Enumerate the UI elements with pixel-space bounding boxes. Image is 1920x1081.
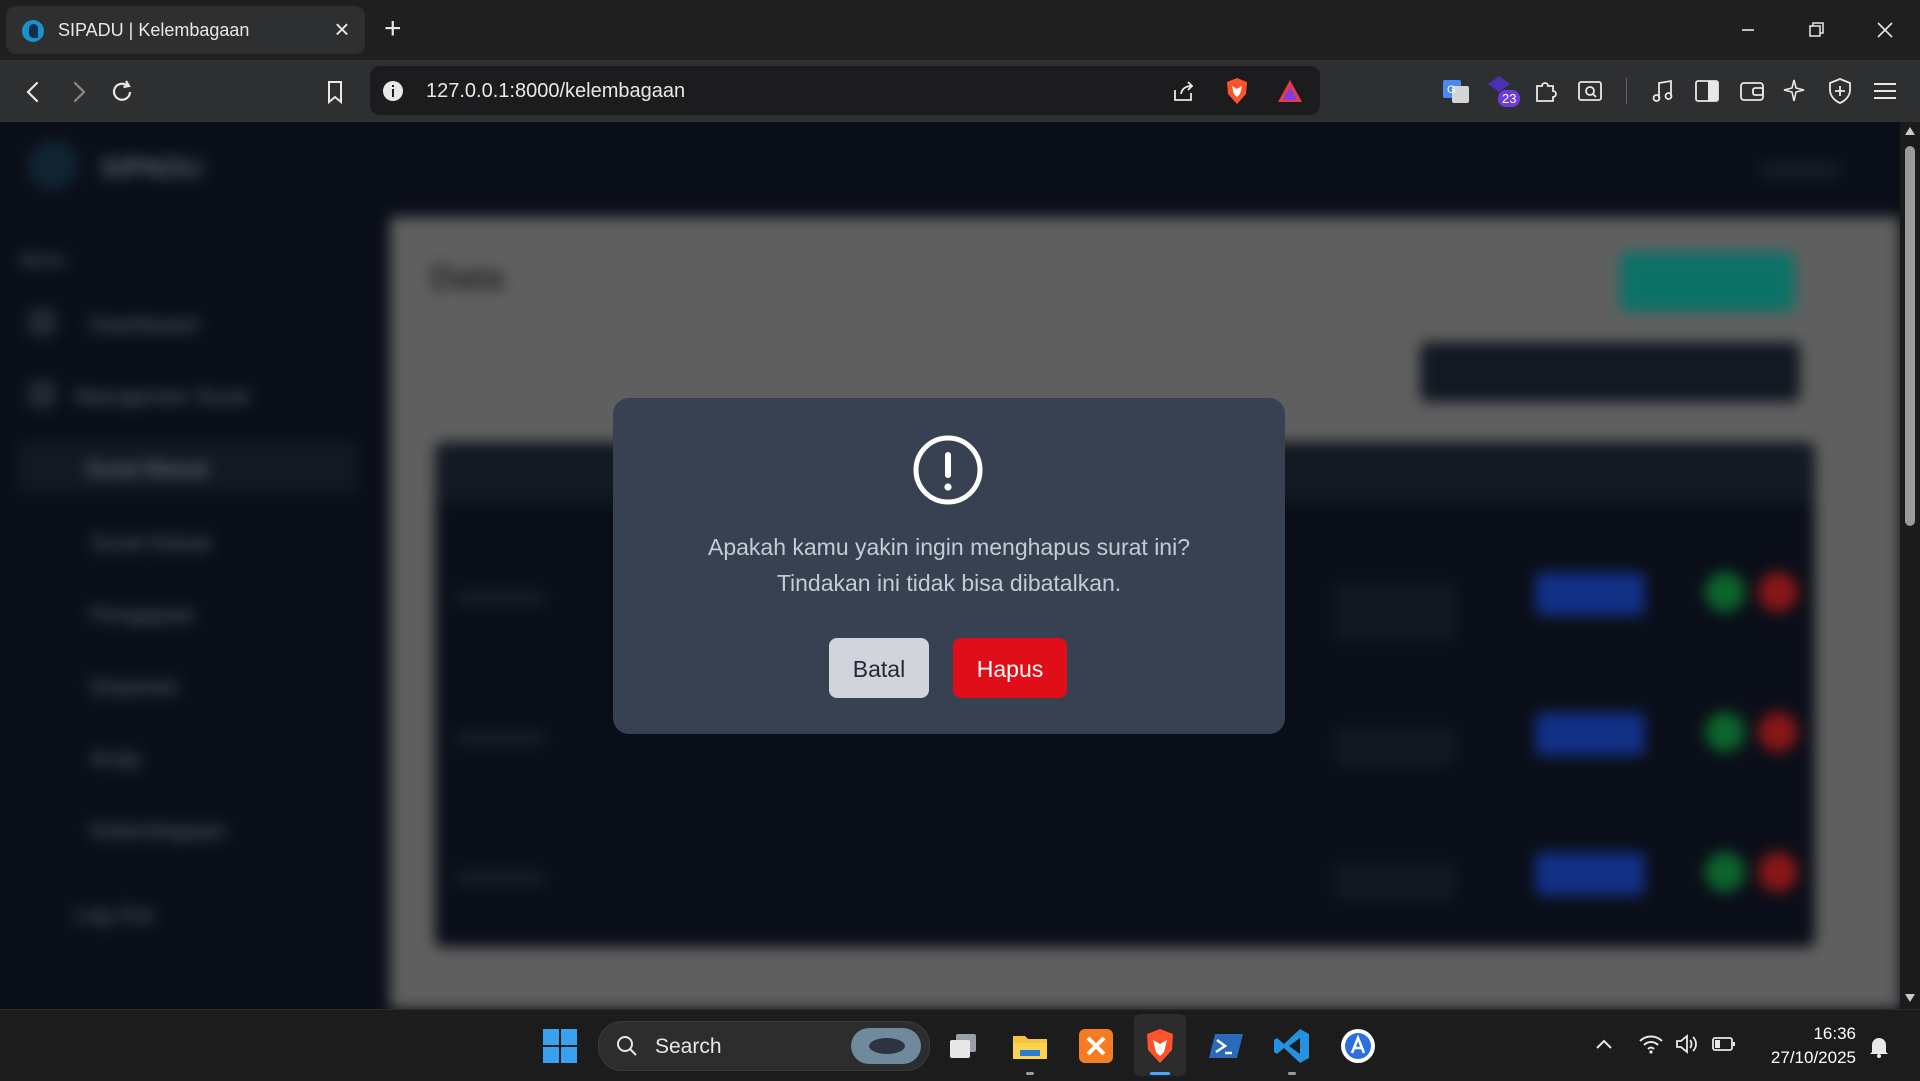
browser-tab[interactable]: SIPADU | Kelembagaan × [6, 6, 365, 54]
search-icon [617, 1036, 637, 1056]
cancel-button[interactable]: Batal [829, 638, 929, 698]
volume-icon[interactable] [1674, 1032, 1700, 1056]
restore-icon[interactable] [1801, 16, 1831, 44]
vpn-shield-icon[interactable] [1825, 76, 1855, 106]
dialog-message-line1: Apakah kamu yakin ingin menghapus surat … [707, 534, 1190, 560]
close-window-icon[interactable] [1870, 16, 1900, 44]
xampp-icon[interactable] [1076, 1026, 1116, 1066]
tray-overflow-icon[interactable] [1594, 1036, 1614, 1052]
svg-text:G: G [1447, 84, 1456, 96]
media-music-icon[interactable] [1648, 76, 1678, 106]
running-indicator [1026, 1072, 1034, 1075]
share-icon[interactable] [1171, 78, 1197, 104]
page-search-icon[interactable] [1575, 76, 1605, 106]
brave-browser-icon[interactable] [1140, 1026, 1180, 1066]
address-bar[interactable]: 127.0.0.1:8000/kelembagaan [370, 66, 1320, 115]
brave-shields-icon[interactable] [1223, 76, 1251, 106]
url-text: 127.0.0.1:8000/kelembagaan [426, 80, 686, 102]
wifi-icon[interactable] [1638, 1032, 1664, 1056]
task-view-icon[interactable] [944, 1026, 984, 1066]
extension-badge-count: 23 [1498, 90, 1521, 107]
app-store-icon[interactable] [1338, 1026, 1378, 1066]
running-indicator [1288, 1072, 1296, 1075]
vscode-icon[interactable] [1272, 1026, 1312, 1066]
brave-rewards-icon[interactable] [1276, 78, 1304, 104]
toolbar-divider [1626, 78, 1627, 104]
powershell-icon[interactable] [1206, 1026, 1246, 1066]
site-info-icon[interactable] [382, 80, 404, 102]
clock-date: 27/10/2025 [1770, 1048, 1856, 1067]
scroll-down-icon[interactable] [1904, 993, 1916, 1003]
dialog-message-line2: Tindakan ini tidak bisa dibatalkan. [776, 570, 1122, 596]
scroll-up-icon[interactable] [1904, 126, 1916, 136]
browser-tab-bar: SIPADU | Kelembagaan × + [0, 0, 1920, 60]
tab-title: SIPADU | Kelembagaan [58, 20, 250, 40]
extension-badge-icon[interactable]: 23 [1486, 74, 1521, 110]
new-tab-icon[interactable]: + [384, 14, 402, 44]
search-highlight-image [851, 1028, 921, 1064]
translate-icon[interactable]: G [1441, 76, 1471, 106]
alert-circle-icon [913, 435, 983, 505]
browser-toolbar: 127.0.0.1:8000/kelembagaan G 23 [0, 60, 1920, 123]
tab-close-icon[interactable]: × [329, 16, 355, 42]
taskbar: Search 16:36 27/10/2025 [0, 1009, 1920, 1081]
extensions-puzzle-icon[interactable] [1531, 76, 1561, 106]
clock-time: 16:36 [1813, 1024, 1856, 1043]
leo-ai-icon[interactable] [1781, 76, 1811, 106]
file-explorer-icon[interactable] [1010, 1026, 1050, 1066]
taskbar-clock[interactable]: 16:36 27/10/2025 [1771, 1022, 1856, 1070]
forward-icon[interactable] [62, 76, 94, 108]
page-viewport: SIPADU Menu Dashboard Manajemen Surat Su… [0, 122, 1900, 1009]
battery-icon[interactable] [1711, 1034, 1737, 1054]
back-icon[interactable] [18, 76, 50, 108]
windows-start-icon[interactable] [540, 1026, 580, 1066]
sidebar-toggle-icon[interactable] [1692, 76, 1722, 106]
reload-icon[interactable] [106, 76, 138, 108]
active-indicator [1150, 1072, 1170, 1075]
vertical-scrollbar[interactable] [1900, 122, 1920, 1009]
notification-bell-icon[interactable] [1866, 1034, 1892, 1060]
site-favicon-icon [22, 20, 44, 42]
confirm-delete-dialog: Apakah kamu yakin ingin menghapus surat … [613, 398, 1285, 734]
taskbar-search[interactable]: Search [598, 1021, 930, 1071]
delete-button[interactable]: Hapus [953, 638, 1067, 698]
bookmark-icon[interactable] [319, 76, 351, 108]
search-label: Search [655, 1035, 722, 1058]
menu-hamburger-icon[interactable] [1870, 76, 1900, 106]
wallet-icon[interactable] [1737, 76, 1767, 106]
minimize-icon[interactable] [1733, 16, 1763, 44]
scroll-thumb[interactable] [1905, 146, 1915, 526]
